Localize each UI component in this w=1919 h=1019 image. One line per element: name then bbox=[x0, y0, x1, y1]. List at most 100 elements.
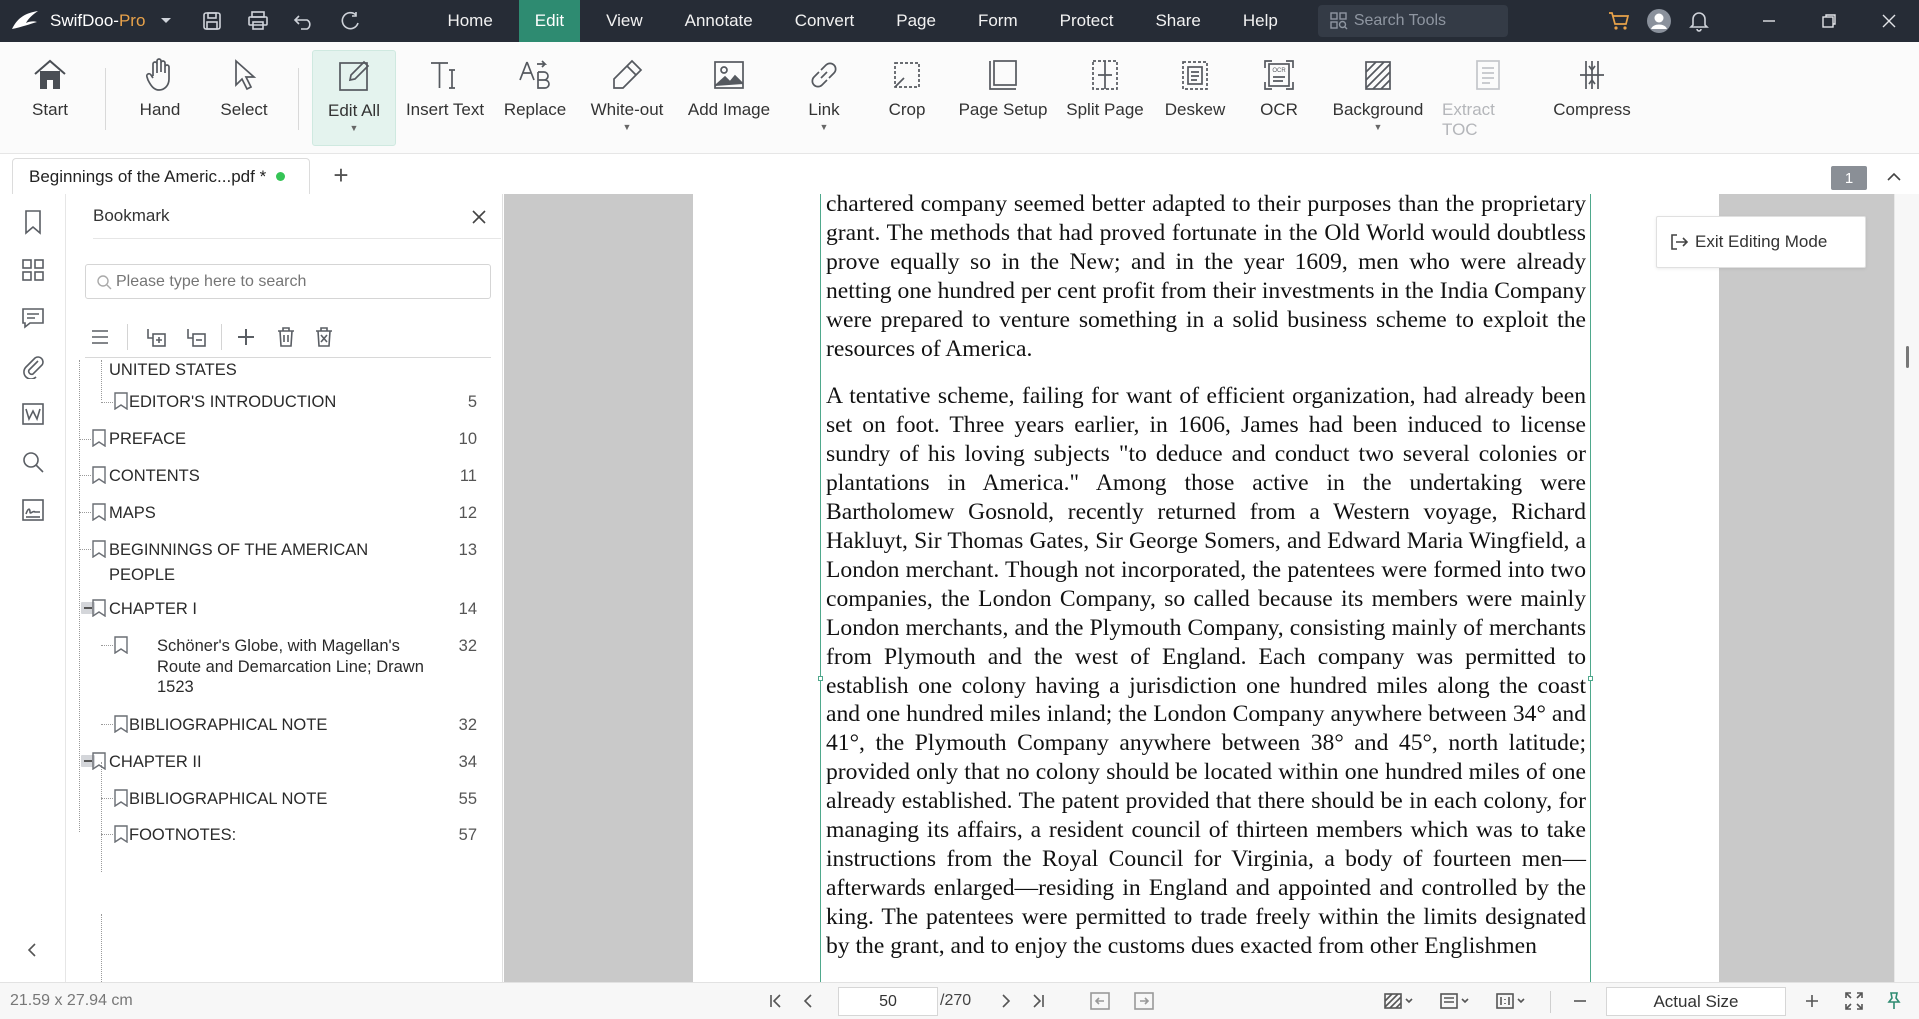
redo-icon[interactable] bbox=[327, 0, 373, 42]
document-viewport[interactable]: chartered company seemed better adapted … bbox=[504, 194, 1894, 982]
resize-handle-left[interactable] bbox=[818, 676, 823, 681]
last-page-button[interactable] bbox=[1026, 989, 1050, 1013]
menu-convert[interactable]: Convert bbox=[779, 0, 871, 42]
bookmark-search-input[interactable] bbox=[116, 272, 476, 291]
editable-text-box[interactable]: chartered company seemed better adapted … bbox=[818, 194, 1593, 982]
hand-label: Hand bbox=[139, 100, 181, 119]
replace-button[interactable]: Replace bbox=[498, 50, 572, 146]
zoom-in-button[interactable] bbox=[1800, 989, 1824, 1013]
new-tab-button[interactable]: + bbox=[326, 158, 356, 192]
menu-view[interactable]: View bbox=[590, 0, 659, 42]
scrollbar-thumb[interactable] bbox=[1906, 346, 1909, 368]
menu-share[interactable]: Share bbox=[1139, 0, 1216, 42]
bookmark-panel-icon[interactable] bbox=[19, 208, 47, 236]
ocr-button[interactable]: OCR OCR bbox=[1252, 50, 1306, 146]
page-background-mode-button[interactable] bbox=[1382, 989, 1418, 1013]
close-icon bbox=[472, 210, 486, 224]
notification-bell-icon[interactable] bbox=[1679, 10, 1719, 32]
page-number-input[interactable] bbox=[838, 987, 938, 1016]
collapse-all-bookmarks-icon[interactable] bbox=[181, 322, 211, 352]
thumbnails-icon[interactable] bbox=[19, 256, 47, 284]
app-menu-dropdown-icon[interactable] bbox=[151, 0, 181, 42]
account-avatar-icon[interactable] bbox=[1639, 8, 1679, 34]
pin-button[interactable] bbox=[1882, 989, 1906, 1013]
zoom-out-button[interactable] bbox=[1568, 989, 1592, 1013]
background-dropdown-icon[interactable]: ▼ bbox=[1374, 122, 1383, 132]
title-bar: SwifDoo-Pro Home Edit View Annotate Conv… bbox=[0, 0, 1919, 42]
zoom-level-select[interactable]: Actual Size bbox=[1606, 987, 1786, 1016]
crop-button[interactable]: Crop bbox=[880, 50, 934, 146]
bookmark-page-number: 57 bbox=[458, 826, 477, 844]
select-tool-button[interactable]: Select bbox=[216, 50, 272, 146]
delete-bookmark-icon[interactable] bbox=[271, 322, 301, 352]
white-out-button[interactable]: White-out ▼ bbox=[582, 50, 672, 146]
fit-to-screen-button[interactable] bbox=[1842, 989, 1866, 1013]
menu-protect[interactable]: Protect bbox=[1044, 0, 1130, 42]
attachment-icon[interactable] bbox=[19, 352, 47, 380]
delete-all-bookmarks-icon[interactable] bbox=[309, 322, 339, 352]
resize-handle-right[interactable] bbox=[1588, 676, 1593, 681]
ribbon-separator bbox=[105, 68, 106, 130]
start-button[interactable]: Start bbox=[22, 50, 78, 146]
menu-page[interactable]: Page bbox=[880, 0, 952, 42]
split-page-button[interactable]: Split Page bbox=[1062, 50, 1148, 146]
print-icon[interactable] bbox=[235, 0, 281, 42]
add-image-button[interactable]: Add Image bbox=[682, 50, 776, 146]
next-view-button[interactable] bbox=[1132, 989, 1156, 1013]
exit-editing-mode-button[interactable]: Exit Editing Mode bbox=[1656, 216, 1866, 268]
restore-button[interactable] bbox=[1799, 0, 1859, 42]
collapse-ribbon-button[interactable] bbox=[1881, 164, 1907, 190]
hand-tool-button[interactable]: Hand bbox=[134, 50, 186, 146]
close-window-button[interactable] bbox=[1859, 0, 1919, 42]
bookmark-label: BIBLIOGRAPHICAL NOTE bbox=[129, 790, 328, 808]
link-dropdown-icon[interactable]: ▼ bbox=[820, 122, 829, 132]
tree-connector bbox=[79, 512, 91, 513]
deskew-label: Deskew bbox=[1164, 100, 1226, 119]
insert-text-button[interactable]: Insert Text bbox=[404, 50, 486, 146]
word-icon[interactable] bbox=[19, 400, 47, 428]
open-tabs-count-badge[interactable]: 1 bbox=[1831, 166, 1867, 190]
document-tab[interactable]: Beginnings of the Americ...pdf * bbox=[12, 158, 310, 194]
menu-help[interactable]: Help bbox=[1227, 0, 1294, 42]
previous-page-button[interactable] bbox=[796, 989, 820, 1013]
bookmark-options-menu-icon[interactable] bbox=[85, 322, 115, 352]
search-tools-input[interactable]: Search Tools bbox=[1317, 5, 1508, 37]
first-page-button[interactable] bbox=[764, 989, 788, 1013]
cart-icon[interactable] bbox=[1599, 11, 1639, 31]
page-layout-button[interactable] bbox=[1438, 989, 1474, 1013]
save-icon[interactable] bbox=[189, 0, 235, 42]
next-page-button[interactable] bbox=[994, 989, 1018, 1013]
vertical-scrollbar[interactable] bbox=[1894, 194, 1919, 982]
search-icon[interactable] bbox=[19, 448, 47, 476]
undo-icon[interactable] bbox=[281, 0, 327, 42]
bookmark-page-number: 14 bbox=[458, 600, 477, 618]
comments-icon[interactable] bbox=[19, 304, 47, 332]
close-bookmark-panel-button[interactable] bbox=[466, 204, 492, 230]
expand-all-bookmarks-icon[interactable] bbox=[141, 322, 171, 352]
collapse-panel-button[interactable] bbox=[20, 938, 44, 962]
next-view-icon bbox=[1134, 992, 1154, 1010]
edit-ribbon: Start Hand Select Edit All ▼ Insert Text… bbox=[0, 42, 1919, 154]
menu-form[interactable]: Form bbox=[962, 0, 1034, 42]
tree-connector bbox=[101, 834, 113, 835]
eraser-pen-icon bbox=[610, 50, 644, 100]
page-display-button[interactable] bbox=[1494, 989, 1530, 1013]
signature-icon[interactable] bbox=[19, 496, 47, 524]
menu-annotate[interactable]: Annotate bbox=[669, 0, 769, 42]
page-setup-button[interactable]: Page Setup bbox=[956, 50, 1050, 146]
bookmark-page-number: 12 bbox=[458, 504, 477, 522]
deskew-button[interactable]: Deskew bbox=[1160, 50, 1230, 146]
background-button[interactable]: Background ▼ bbox=[1328, 50, 1428, 146]
menu-home[interactable]: Home bbox=[431, 0, 508, 42]
edit-all-button[interactable]: Edit All ▼ bbox=[312, 50, 396, 146]
extract-toc-button[interactable]: Extract TOC bbox=[1442, 50, 1534, 146]
menu-edit[interactable]: Edit bbox=[518, 0, 581, 42]
white-out-dropdown-icon[interactable]: ▼ bbox=[623, 122, 632, 132]
chevron-left-icon bbox=[803, 994, 812, 1008]
minimize-button[interactable] bbox=[1739, 0, 1799, 42]
add-bookmark-icon[interactable] bbox=[231, 322, 261, 352]
previous-view-button[interactable] bbox=[1088, 989, 1112, 1013]
edit-all-dropdown-icon[interactable]: ▼ bbox=[350, 123, 359, 133]
compress-button[interactable]: Compress bbox=[1550, 50, 1634, 146]
link-button[interactable]: Link ▼ bbox=[800, 50, 848, 146]
